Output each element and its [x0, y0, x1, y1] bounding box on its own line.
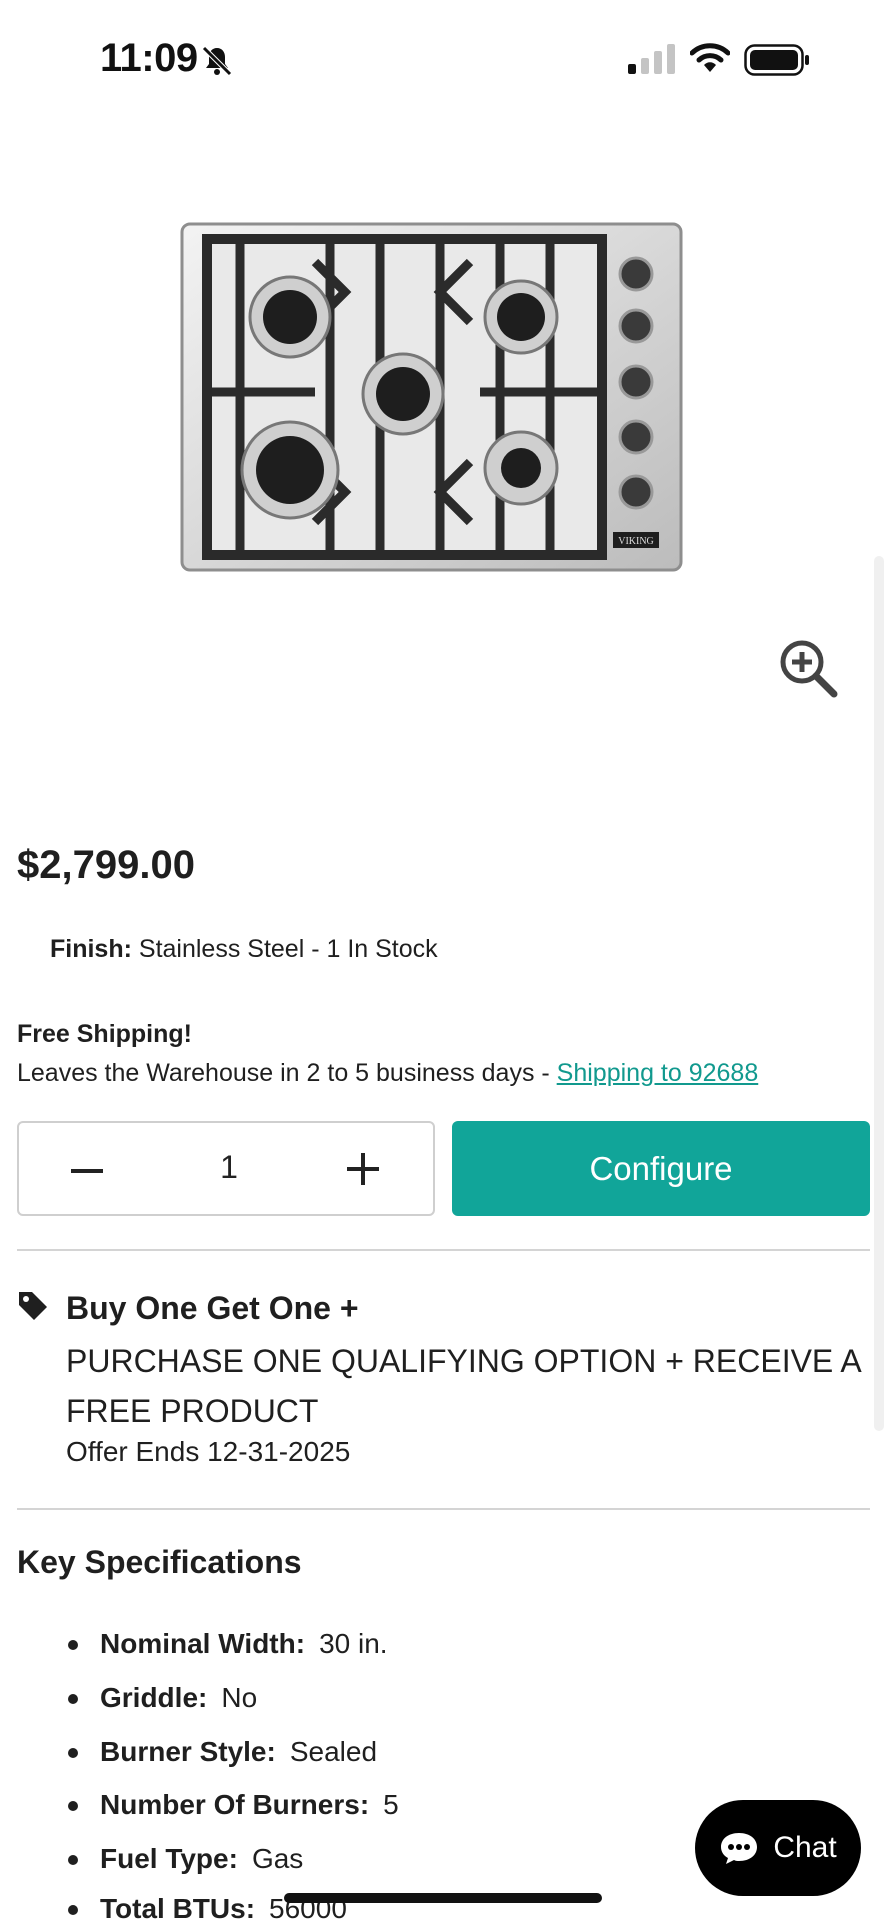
- minus-icon[interactable]: [69, 1153, 105, 1189]
- spec-item: Nominal Width: 30 in.: [68, 1628, 388, 1660]
- status-time: 11:09: [100, 36, 198, 80]
- configure-button[interactable]: Configure: [452, 1121, 870, 1216]
- shipping-info: Leaves the Warehouse in 2 to 5 business …: [17, 1059, 758, 1088]
- quantity-stepper: 1: [17, 1121, 435, 1216]
- shipping-zip-link[interactable]: Shipping to 92688: [557, 1059, 759, 1087]
- finish-value: Stainless Steel - 1 In Stock: [138, 935, 438, 963]
- spec-item: Burner Style: Sealed: [67, 1736, 378, 1768]
- status-bar: 11:09: [0, 0, 886, 110]
- shipping-text: Leaves the Warehouse in 2 to 5 business …: [17, 1059, 557, 1087]
- promo-end-date: Offer Ends 12-31-2025: [66, 1436, 351, 1467]
- spec-item: Griddle: No: [67, 1682, 258, 1714]
- spec-value: Sealed: [289, 1736, 378, 1767]
- home-indicator: [284, 1893, 602, 1903]
- spec-value: 30 in.: [319, 1628, 388, 1659]
- spec-label: Griddle:: [100, 1682, 208, 1713]
- finish-label: Finish:: [50, 935, 132, 963]
- promo-title: Buy One Get One +: [66, 1290, 359, 1326]
- promo-description: PURCHASE ONE QUALIFYING OPTION + RECEIVE…: [66, 1343, 860, 1429]
- spec-label: Number Of Burners:: [100, 1789, 370, 1820]
- spec-label: Burner Style:: [100, 1736, 276, 1767]
- spec-label: Nominal Width:: [100, 1628, 306, 1659]
- divider: [17, 1508, 870, 1510]
- specs-heading: Key Specifications: [17, 1544, 302, 1580]
- spec-item: Fuel Type: Gas: [67, 1843, 304, 1875]
- finish-info: Finish: Stainless Steel - 1 In Stock: [50, 935, 438, 964]
- shipping-title: Free Shipping!: [17, 1020, 192, 1048]
- brand-plate: VIKING: [618, 536, 654, 547]
- signal-icon: [628, 44, 675, 74]
- spec-label: Total BTUs:: [100, 1893, 256, 1920]
- page-scrollbar[interactable]: [874, 556, 884, 1431]
- wifi-icon: [690, 43, 730, 72]
- plus-icon[interactable]: [345, 1151, 381, 1187]
- product-price: $2,799.00: [17, 843, 195, 887]
- spec-item: Number Of Burners: 5: [68, 1789, 399, 1821]
- battery-icon: [744, 44, 809, 76]
- chat-button[interactable]: Chat: [695, 1800, 861, 1896]
- tag-icon: [19, 1292, 47, 1320]
- cooktop-image[interactable]: VIKING: [180, 222, 683, 572]
- chat-bubble-icon: [721, 1833, 758, 1864]
- spec-value: Gas: [251, 1843, 304, 1874]
- spec-label: Fuel Type:: [100, 1843, 238, 1874]
- chat-label: Chat: [773, 1831, 837, 1864]
- zoom-in-icon[interactable]: [776, 636, 840, 700]
- spec-value: No: [221, 1682, 258, 1713]
- spec-value: 5: [383, 1789, 399, 1820]
- divider: [17, 1249, 870, 1251]
- bell-slash-icon: [202, 46, 232, 76]
- quantity-value[interactable]: 1: [209, 1149, 249, 1186]
